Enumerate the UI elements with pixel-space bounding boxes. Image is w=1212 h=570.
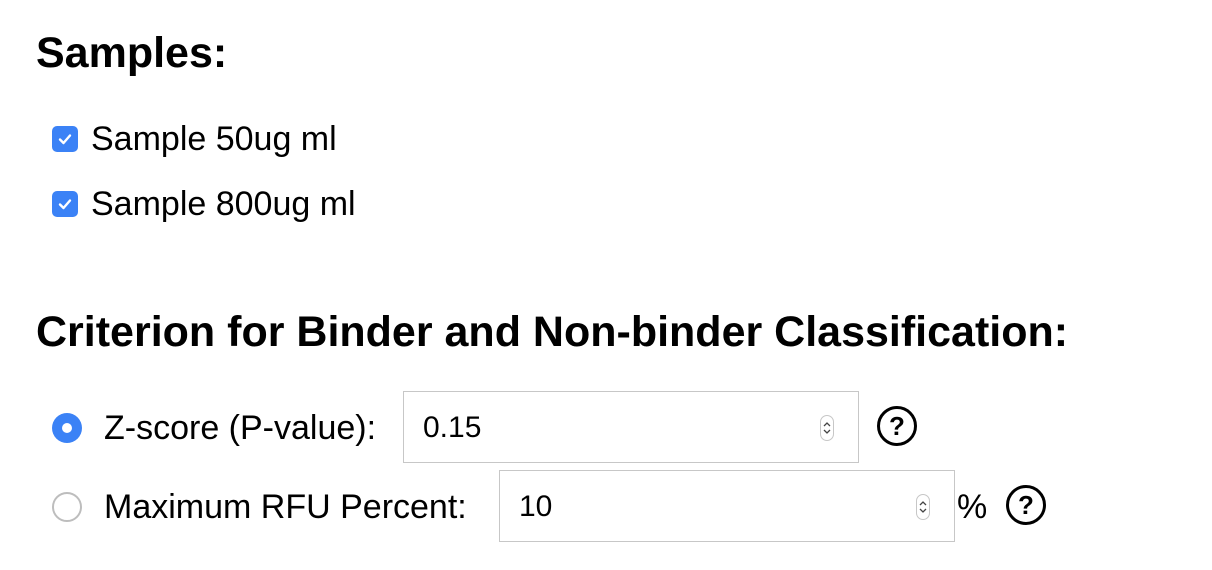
rfu-label: Maximum RFU Percent:: [104, 488, 467, 526]
zscore-radio[interactable]: [52, 413, 82, 443]
rfu-value-field[interactable]: [519, 489, 879, 525]
zscore-option-row[interactable]: Z-score (P-value):: [52, 391, 376, 465]
rfu-option-row[interactable]: Maximum RFU Percent:: [52, 470, 467, 544]
checkmark-icon: [58, 134, 72, 145]
zscore-help-icon[interactable]: ?: [877, 406, 917, 446]
sample-50-row[interactable]: Sample 50ug ml: [52, 121, 337, 157]
rfu-input[interactable]: [499, 470, 955, 542]
spinner-arrows-icon: [919, 501, 927, 513]
sample-50-checkbox[interactable]: [52, 126, 78, 152]
zscore-input[interactable]: [403, 391, 859, 463]
sample-800-row[interactable]: Sample 800ug ml: [52, 186, 356, 222]
zscore-stepper[interactable]: [820, 415, 834, 441]
samples-heading: Samples:: [36, 29, 228, 77]
checkmark-icon: [58, 199, 72, 210]
percent-unit: %: [957, 488, 988, 526]
sample-50-label: Sample 50ug ml: [91, 120, 337, 158]
zscore-label: Z-score (P-value):: [104, 409, 377, 447]
rfu-help-icon[interactable]: ?: [1006, 485, 1046, 525]
sample-800-label: Sample 800ug ml: [91, 185, 356, 223]
rfu-radio[interactable]: [52, 492, 82, 522]
sample-800-checkbox[interactable]: [52, 191, 78, 217]
criterion-heading: Criterion for Binder and Non-binder Clas…: [36, 308, 1069, 356]
spinner-arrows-icon: [823, 422, 831, 434]
rfu-stepper[interactable]: [916, 494, 930, 520]
zscore-value-field[interactable]: [423, 410, 783, 446]
